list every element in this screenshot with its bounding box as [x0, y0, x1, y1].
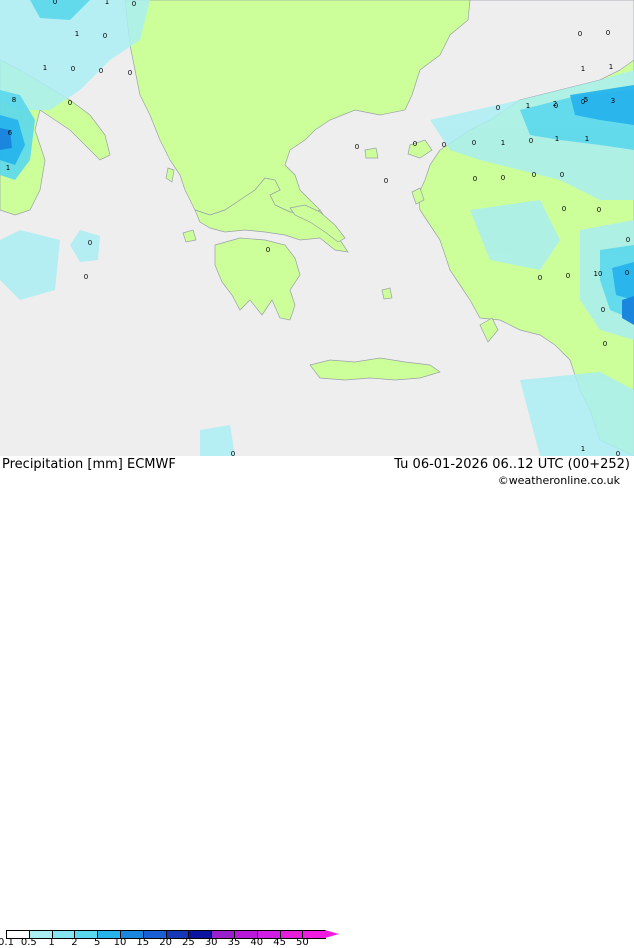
colorbar-label: 45 — [273, 937, 286, 948]
precip-value: 2 — [553, 100, 557, 108]
colorbar-label: 25 — [182, 937, 195, 948]
precip-value: 1 — [75, 30, 79, 38]
colorbar-label: 40 — [250, 937, 264, 948]
colorbar-label: 10 — [113, 937, 127, 948]
precip-value: 1 — [581, 445, 585, 453]
precip-value: 1 — [105, 0, 109, 6]
precip-value: 0 — [529, 137, 533, 145]
precip-value: 0 — [266, 246, 270, 254]
colorbar-label: 2 — [71, 937, 78, 948]
precip-value: 0 — [626, 236, 630, 244]
precip-value: 10 — [594, 270, 603, 278]
precip-value: 8 — [12, 96, 16, 104]
colorbar-label: 1 — [48, 937, 55, 948]
footer: Precipitation [mm] ECMWF Tu 06-01-2026 0… — [0, 456, 634, 948]
colorbar-label: 50 — [296, 937, 309, 948]
precip-value: 0 — [68, 99, 72, 107]
precip-value: 0 — [128, 69, 132, 77]
colorbar-label: 30 — [204, 937, 218, 948]
product-title: Precipitation [mm] ECMWF — [2, 457, 176, 472]
precip-value: 1 — [581, 65, 585, 73]
precip-value: 0 — [601, 306, 605, 314]
colorbar-label: 15 — [136, 937, 150, 948]
precip-value: 0 — [603, 340, 607, 348]
precip-value: 0 — [384, 177, 388, 185]
precip-value: 0 — [53, 0, 57, 6]
precip-value: 1 — [609, 63, 613, 71]
land-naxos — [381, 287, 393, 300]
precip-value: 5 — [584, 96, 588, 104]
precip-value: 0 — [472, 139, 476, 147]
precip-value: 0 — [532, 171, 536, 179]
precip-value: 0 — [625, 269, 629, 277]
precip-value: 0 — [473, 175, 477, 183]
precip-value: 0 — [566, 272, 570, 280]
precip-value: 0 — [442, 141, 446, 149]
colorbar-label: 5 — [94, 937, 101, 948]
precip-value: 1 — [585, 135, 589, 143]
precip-value: 0 — [88, 239, 92, 247]
precip-value: 0 — [501, 174, 505, 182]
precip-value: 1 — [501, 139, 505, 147]
precip-value: 0 — [606, 29, 610, 37]
precip-value: 1 — [526, 102, 530, 110]
precip-value: 0 — [103, 32, 107, 40]
precip-value: 0 — [560, 171, 564, 179]
precip-value: 0 — [538, 274, 542, 282]
precip-value: 0 — [562, 205, 566, 213]
precip-value: 0 — [84, 273, 88, 281]
precip-value: 0 — [578, 30, 582, 38]
colorbar-label: 20 — [159, 937, 172, 948]
precip-value: 0 — [597, 206, 601, 214]
colorbar-label: 35 — [227, 937, 241, 948]
precip-value: 6 — [8, 129, 13, 137]
credit-link[interactable]: ©weatheronline.co.uk — [498, 474, 620, 487]
precip-value: 0 — [355, 143, 359, 151]
precip-value: 0 — [496, 104, 500, 112]
land-lemnos — [364, 147, 379, 159]
precip-value: 0 — [99, 67, 103, 75]
precip-value: 0 — [132, 0, 136, 8]
colorbar-label: 0.1 — [0, 937, 14, 948]
precip-value: 0 — [71, 65, 75, 73]
precip-value: 1 — [555, 135, 559, 143]
precip-value: 1 — [6, 164, 10, 172]
precip-value: 0 — [413, 140, 417, 148]
run-info: Tu 06-01-2026 06..12 UTC (00+252) — [394, 457, 630, 472]
precip-value: 1 — [43, 64, 47, 72]
precipitation-map: 1 001 01 0 0 08610000000 0 00 0 0 00 00 1 0 01 12 5 300 00… — [0, 0, 634, 456]
colorbar-label: 0.5 — [20, 937, 37, 948]
precip-value: 3 — [611, 97, 615, 105]
colorbar-arrow — [325, 930, 340, 938]
